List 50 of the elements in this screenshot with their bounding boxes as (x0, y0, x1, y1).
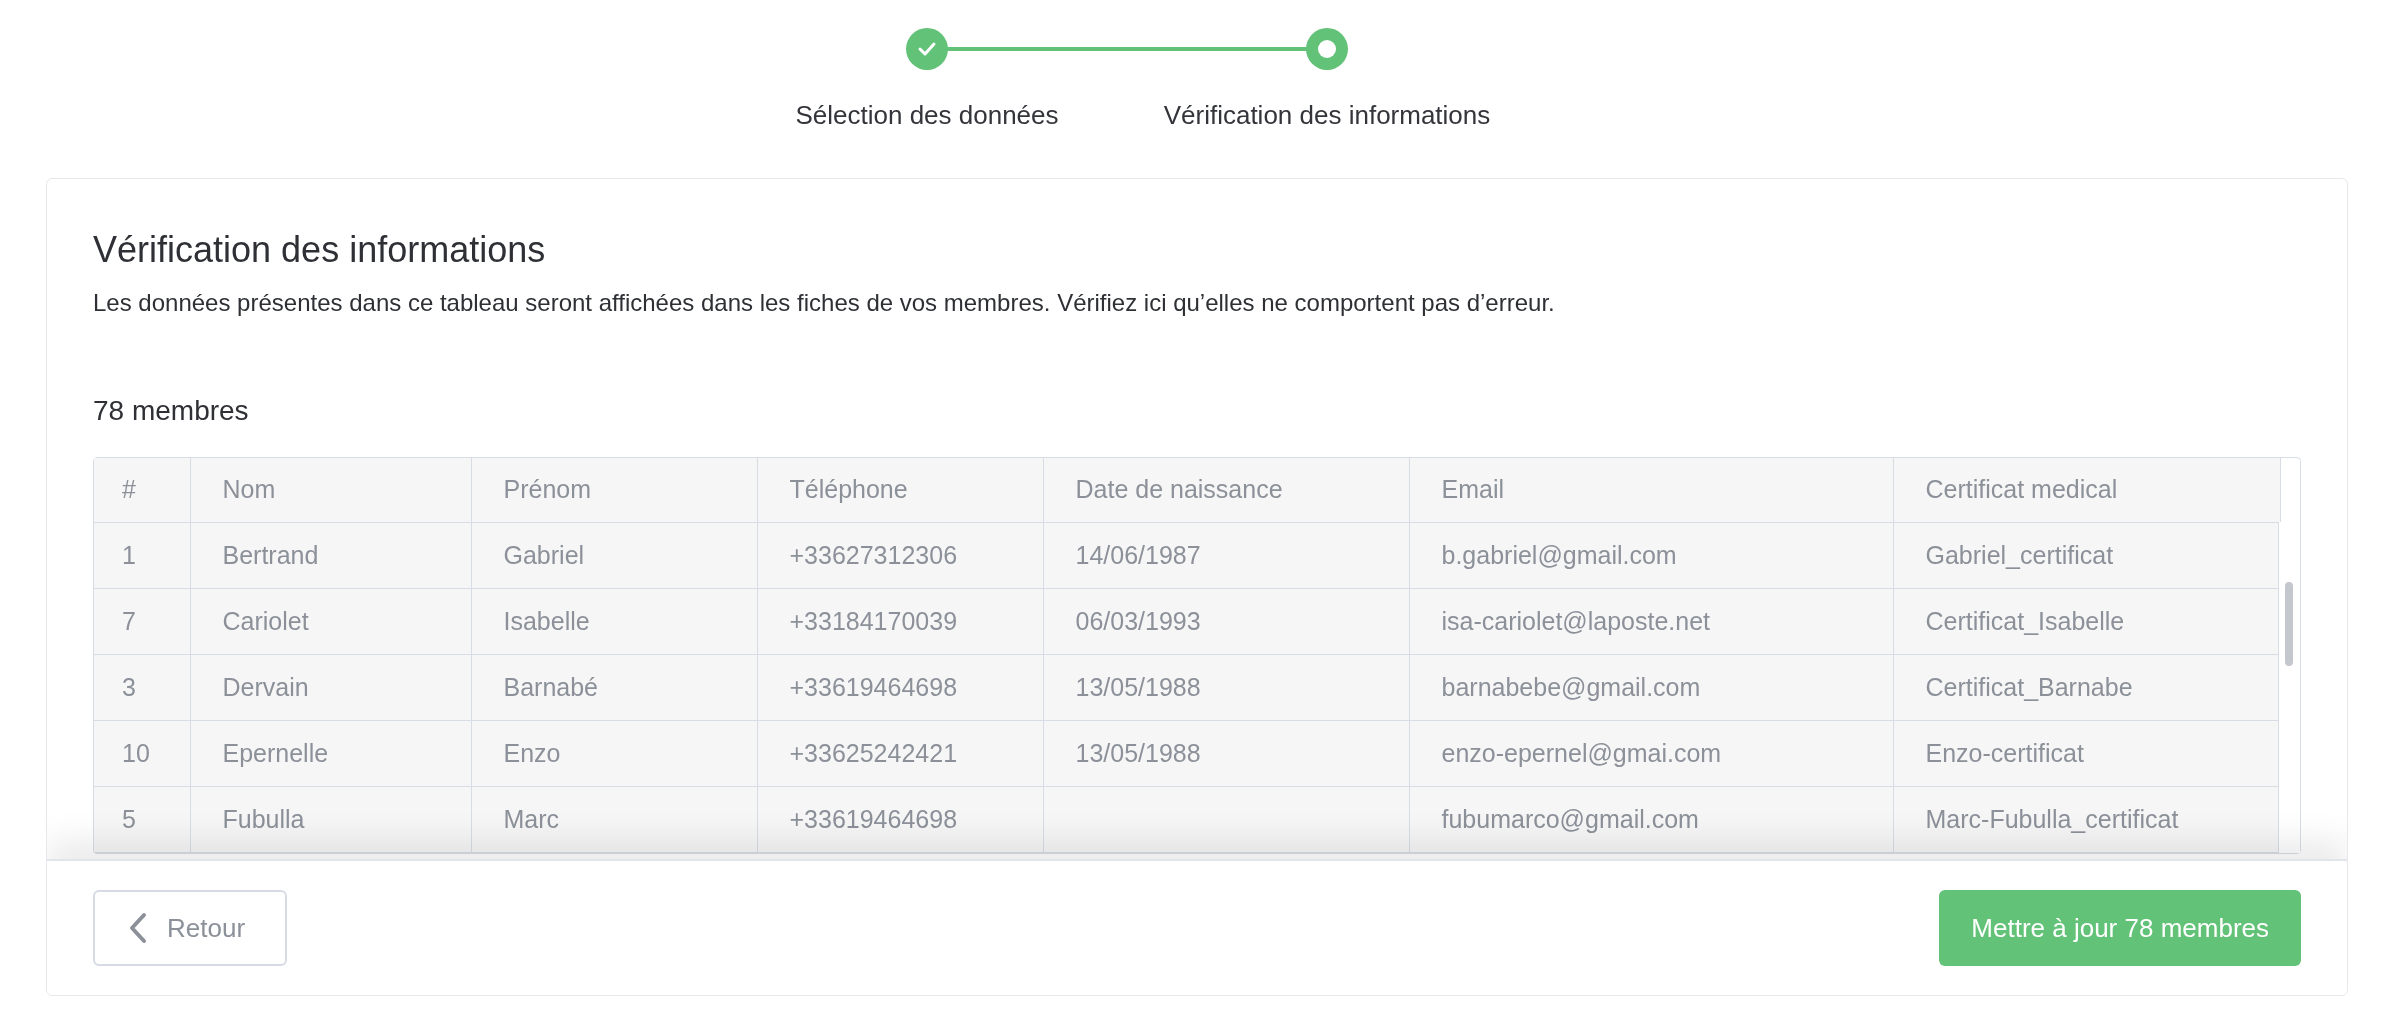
table-cell: Marc-Fubulla_certificat (1893, 786, 2280, 852)
column-header: Nom (190, 458, 471, 522)
table-cell: Dervain (190, 654, 471, 720)
table-cell: 1 (94, 522, 190, 588)
step-label: Vérification des informations (1163, 100, 1491, 131)
column-header: Téléphone (757, 458, 1043, 522)
table-cell: 13/05/1988 (1043, 654, 1409, 720)
table-cell: 14/06/1987 (1043, 522, 1409, 588)
table-cell: enzo-epernel@gmai.com (1409, 720, 1893, 786)
column-header: Date de naissance (1043, 458, 1409, 522)
table-cell: Enzo (471, 720, 757, 786)
chevron-left-icon (129, 912, 147, 944)
back-button[interactable]: Retour (93, 890, 287, 966)
table-cell: 7 (94, 588, 190, 654)
table-cell: Gabriel_certificat (1893, 522, 2280, 588)
update-members-button[interactable]: Mettre à jour 78 membres (1939, 890, 2301, 966)
table-cell: +33627312306 (757, 522, 1043, 588)
step-label: Sélection des données (795, 100, 1059, 131)
description: Les données présentes dans ce tableau seront affichées dans les fiches de vos membres. Vérifiez ici qu’elles ne comportent pas d’erreur. (93, 289, 1556, 317)
column-header: Email (1409, 458, 1893, 522)
table-cell: barnabebe@gmail.com (1409, 654, 1893, 720)
table-cell: isa-cariolet@laposte.net (1409, 588, 1893, 654)
table-cell: fubumarco@gmail.com (1409, 786, 1893, 852)
table-cell: Epernelle (190, 720, 471, 786)
column-header: # (94, 458, 190, 522)
table-cell: +33619464698 (757, 786, 1043, 852)
table-cell: Barnabé (471, 654, 757, 720)
table-cell: Certificat_Isabelle (1893, 588, 2280, 654)
table-cell: Cariolet (190, 588, 471, 654)
table-cell: 3 (94, 654, 190, 720)
table-cell: Gabriel (471, 522, 757, 588)
table-cell: 5 (94, 786, 190, 852)
table-cell: Isabelle (471, 588, 757, 654)
column-header: Prénom (471, 458, 757, 522)
table-cell: +33625242421 (757, 720, 1043, 786)
section-title: Vérification des informations (93, 229, 547, 271)
scrollbar[interactable] (2278, 522, 2300, 853)
table-cell: b.gabriel@gmail.com (1409, 522, 1893, 588)
table-cell: Enzo-certificat (1893, 720, 2280, 786)
table-cell: 06/03/1993 (1043, 588, 1409, 654)
table-cell: 10 (94, 720, 190, 786)
table-cell: Fubulla (190, 786, 471, 852)
table-cell: Bertrand (190, 522, 471, 588)
member-count: 78 membres (93, 395, 250, 427)
table-cell: 13/05/1988 (1043, 720, 1409, 786)
table-cell: +33619464698 (757, 654, 1043, 720)
table-cell: Certificat_Barnabe (1893, 654, 2280, 720)
column-header: Certificat medical (1893, 458, 2280, 522)
table-cell: +33184170039 (757, 588, 1043, 654)
table-cell: Marc (471, 786, 757, 852)
